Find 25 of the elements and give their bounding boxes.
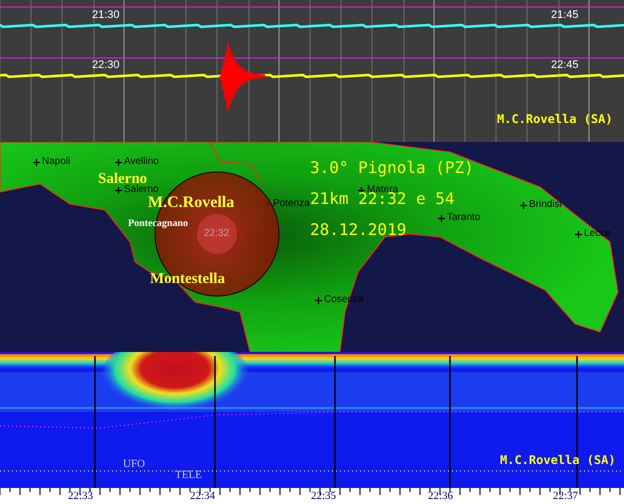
city-label: Brindisi xyxy=(529,200,562,210)
city-label: Potenza xyxy=(273,199,310,209)
event-info-text: 3.0° Pignola (PZ) xyxy=(310,160,474,176)
event-info-text: 28.12.2019 xyxy=(310,222,406,238)
city-label: Salerno xyxy=(124,185,158,195)
time-tick-label: 22:33 xyxy=(68,491,94,502)
tele-marker-label: TELE xyxy=(175,470,202,481)
time-label: 22:45 xyxy=(551,60,579,71)
time-label: 21:30 xyxy=(92,10,120,21)
time-tick-label: 22:36 xyxy=(428,491,454,502)
time-label: 22:30 xyxy=(92,60,120,71)
city-label: Taranto xyxy=(447,213,480,223)
station-label: Montestella xyxy=(150,272,225,287)
station-label: Pontecagnano xyxy=(128,219,188,229)
time-tick-label: 22:35 xyxy=(311,491,336,502)
station-label: M.C.Rovella (SA) xyxy=(497,113,613,125)
station-label: M.C.Rovella xyxy=(148,195,234,211)
time-tick-label: 22:34 xyxy=(190,491,216,502)
ufo-marker-label: UFO xyxy=(123,459,146,470)
event-info-text: 21km 22:32 e 54 xyxy=(310,191,454,207)
time-label: 21:45 xyxy=(551,10,579,21)
city-label: Avellino xyxy=(124,157,159,167)
city-label: Napoli xyxy=(42,157,70,167)
event-time-label: 22:32 xyxy=(204,229,230,239)
time-tick-label: 22:37 xyxy=(553,491,578,502)
